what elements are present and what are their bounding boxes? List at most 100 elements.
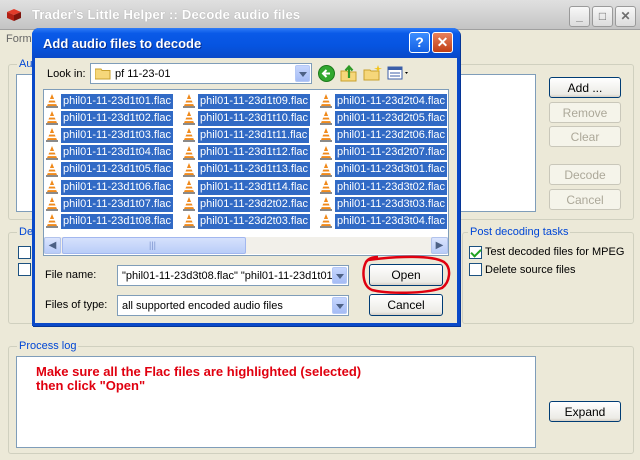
file-item[interactable]: phil01-11-23d2t05.flac (319, 110, 448, 126)
main-window-title: Trader's Little Helper :: Decode audio f… (32, 7, 301, 22)
main-titlebar[interactable]: Trader's Little Helper :: Decode audio f… (0, 0, 640, 30)
look-in-label: Look in: (47, 68, 86, 80)
file-item-label: phil01-11-23d2t07.flac (335, 145, 448, 161)
file-item[interactable]: phil01-11-23d1t05.flac (45, 162, 174, 178)
vlc-cone-icon (183, 214, 195, 229)
menu-item-form[interactable]: Form (6, 33, 32, 45)
file-item[interactable]: phil01-11-23d2t07.flac (319, 145, 448, 161)
file-item[interactable]: phil01-11-23d1t04.flac (45, 145, 174, 161)
file-item-label: phil01-11-23d1t10.flac (198, 110, 311, 126)
expand-button[interactable]: Expand (549, 401, 621, 422)
vlc-cone-icon (46, 162, 58, 177)
vlc-cone-icon (320, 197, 332, 212)
test-mpeg-checkbox[interactable] (469, 246, 482, 259)
file-name-combo[interactable]: "phil01-11-23d3t08.flac" "phil01-11-23d1… (117, 265, 349, 286)
chevron-down-icon[interactable] (332, 297, 347, 314)
file-item-label: phil01-11-23d1t14.flac (198, 179, 311, 195)
vlc-cone-icon (320, 180, 332, 194)
back-arrow-icon[interactable] (318, 65, 335, 82)
vlc-cone-icon (183, 197, 195, 212)
file-item[interactable]: phil01-11-23d1t06.flac (45, 179, 174, 195)
file-item[interactable]: phil01-11-23d1t02.flac (45, 110, 174, 126)
file-item-label: phil01-11-23d1t04.flac (61, 145, 174, 161)
file-item[interactable]: phil01-11-23d2t04.flac (319, 93, 448, 109)
file-item[interactable]: phil01-11-23d3t02.flac (319, 179, 448, 195)
vlc-cone-icon (183, 180, 195, 194)
file-item[interactable]: phil01-11-23d1t08.flac (45, 213, 174, 229)
vlc-cone-icon (46, 214, 58, 229)
file-item-label: phil01-11-23d1t03.flac (61, 127, 174, 143)
file-item-label: phil01-11-23d1t01.flac (61, 93, 174, 109)
file-item[interactable]: phil01-11-23d1t12.flac (182, 145, 311, 161)
files-of-type-value: all supported encoded audio files (122, 300, 283, 312)
vlc-cone-icon (320, 145, 332, 160)
chevron-down-icon[interactable] (332, 267, 347, 284)
files-of-type-combo[interactable]: all supported encoded audio files (117, 295, 349, 316)
decode-option-checkbox-2[interactable] (18, 263, 31, 276)
vlc-cone-icon (46, 94, 58, 108)
file-item-label: phil01-11-23d1t12.flac (198, 145, 311, 161)
file-item[interactable]: phil01-11-23d1t14.flac (182, 179, 311, 195)
post-decoding-group-label: Post decoding tasks (468, 226, 571, 238)
file-item[interactable]: phil01-11-23d1t03.flac (45, 127, 174, 143)
file-item-label: phil01-11-23d2t05.flac (335, 110, 448, 126)
file-name-label: File name: (45, 269, 97, 281)
vlc-cone-icon (320, 162, 332, 177)
vlc-cone-icon (183, 94, 195, 108)
file-item-label: phil01-11-23d1t11.flac (198, 127, 310, 143)
chevron-down-icon[interactable] (295, 65, 310, 82)
files-of-type-label: Files of type: (45, 299, 108, 311)
annotation-text-line-1: Make sure all the Flac files are highlig… (36, 364, 362, 379)
scroll-right-icon[interactable]: ▶ (431, 237, 448, 254)
delete-source-checkbox[interactable] (469, 263, 482, 276)
decode-button[interactable]: Decode (549, 164, 621, 185)
remove-button[interactable]: Remove (549, 102, 621, 123)
dialog-cancel-button[interactable]: Cancel (369, 294, 443, 316)
file-item[interactable]: phil01-11-23d2t02.flac (182, 196, 311, 212)
new-folder-icon[interactable] (363, 64, 382, 82)
file-list-horizontal-scrollbar[interactable]: ◀ ||| ▶ (44, 237, 448, 254)
up-folder-icon[interactable] (340, 64, 358, 82)
vlc-cone-icon (320, 128, 332, 143)
file-item-label: phil01-11-23d1t06.flac (61, 179, 174, 195)
cancel-decode-button[interactable]: Cancel (549, 189, 621, 210)
maximize-button[interactable]: □ (592, 6, 613, 27)
file-name-input[interactable]: "phil01-11-23d3t08.flac" "phil01-11-23d1… (122, 270, 332, 282)
vlc-cone-icon (320, 94, 332, 108)
file-item[interactable]: phil01-11-23d2t03.flac (182, 213, 311, 229)
vlc-cone-icon (46, 111, 58, 126)
file-item[interactable]: phil01-11-23d1t13.flac (182, 162, 311, 178)
vlc-cone-icon (320, 214, 332, 229)
delete-source-label: Delete source files (485, 264, 576, 276)
file-item[interactable]: phil01-11-23d3t04.flac (319, 213, 448, 229)
scroll-left-icon[interactable]: ◀ (44, 237, 61, 254)
look-in-combo[interactable]: pf 11-23-01 (90, 63, 312, 84)
add-button[interactable]: Add ... (549, 77, 621, 98)
file-item[interactable]: phil01-11-23d1t11.flac (182, 127, 310, 143)
vlc-cone-icon (183, 145, 195, 160)
file-item[interactable]: phil01-11-23d1t09.flac (182, 93, 311, 109)
file-item[interactable]: phil01-11-23d3t03.flac (319, 196, 448, 212)
file-item[interactable]: phil01-11-23d2t06.flac (319, 127, 448, 143)
file-item[interactable]: phil01-11-23d1t10.flac (182, 110, 311, 126)
minimize-button[interactable]: _ (569, 6, 590, 27)
dialog-titlebar[interactable]: Add audio files to decode ? ✕ (32, 28, 460, 58)
views-menu-icon[interactable] (387, 65, 411, 81)
file-item-label: phil01-11-23d1t07.flac (61, 196, 174, 212)
help-button[interactable]: ? (409, 32, 430, 53)
file-item[interactable]: phil01-11-23d1t01.flac (45, 93, 174, 109)
grip-icon: ||| (149, 240, 157, 250)
vlc-cone-icon (183, 162, 195, 177)
decode-option-checkbox-1[interactable] (18, 246, 31, 259)
file-item[interactable]: phil01-11-23d3t01.flac (319, 162, 448, 178)
scroll-thumb[interactable]: ||| (62, 237, 246, 254)
file-item-label: phil01-11-23d2t04.flac (335, 93, 448, 109)
red-highlight-circle (362, 255, 451, 295)
file-item-label: phil01-11-23d1t08.flac (61, 213, 174, 229)
file-item[interactable]: phil01-11-23d1t07.flac (45, 196, 174, 212)
close-button[interactable]: ✕ (615, 6, 636, 27)
dialog-close-button[interactable]: ✕ (432, 32, 453, 53)
app-cube-icon (7, 9, 21, 21)
file-item-label: phil01-11-23d3t03.flac (335, 196, 448, 212)
clear-button[interactable]: Clear (549, 126, 621, 147)
